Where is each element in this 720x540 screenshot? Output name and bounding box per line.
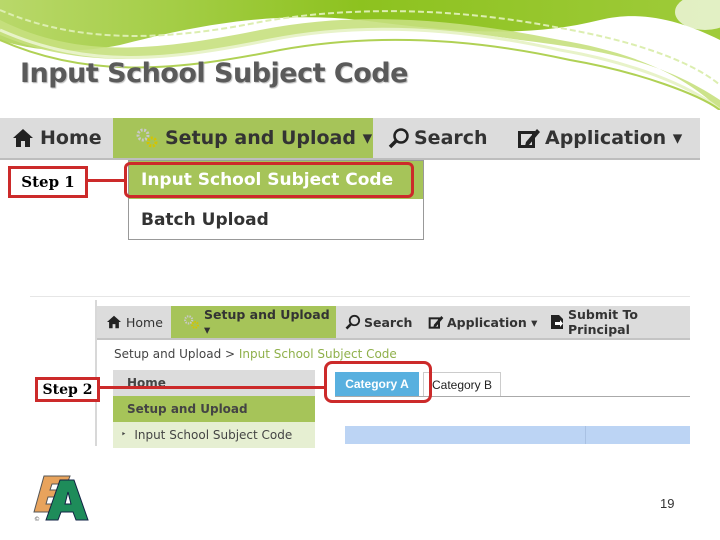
- nav-item-application[interactable]: Application ▾: [517, 118, 682, 158]
- nav2-item-home-label: Home: [126, 314, 163, 330]
- edit-icon: [517, 126, 541, 150]
- search-icon: [388, 127, 410, 149]
- sidebar: Home Setup and Upload ‣ Input School Sub…: [113, 370, 315, 448]
- nav2-item-setup-label: Setup and Upload ▾: [204, 307, 330, 337]
- tab-category-b[interactable]: Category B: [423, 372, 501, 396]
- nav-item-home-label: Home: [40, 127, 102, 149]
- nav2-item-search-label: Search: [364, 314, 413, 330]
- step1-connector-line: [86, 179, 126, 182]
- nav2-item-application-label: Application ▾: [447, 314, 538, 330]
- page-number: 19: [660, 496, 675, 511]
- submit-icon: [549, 314, 565, 330]
- nav-item-setup-label: Setup and Upload ▾: [165, 127, 373, 149]
- gears-icon: [135, 127, 159, 149]
- sidebar-item-setup-and-upload[interactable]: Setup and Upload: [113, 396, 315, 422]
- step1-label: Step 1: [8, 166, 88, 198]
- step2-label-text: Step 2: [42, 381, 93, 398]
- step2-highlight-box: [324, 361, 432, 403]
- home-icon: [12, 128, 34, 148]
- sidebar-item-input-school-subject-code[interactable]: ‣ Input School Subject Code: [113, 422, 315, 448]
- logo-copyright: ©: [34, 516, 40, 523]
- table-header-divider: [585, 426, 586, 444]
- breadcrumb: Setup and Upload > Input School Subject …: [114, 347, 397, 361]
- slide-title: Input School Subject Code: [20, 58, 408, 89]
- nav-item-setup-and-upload[interactable]: Setup and Upload ▾: [113, 118, 373, 158]
- nav-bar-step2: Home Setup and Upload ▾ Search Applicati…: [97, 306, 690, 340]
- nav2-item-submit-label: Submit To Principal: [568, 307, 638, 337]
- breadcrumb-current: Input School Subject Code: [238, 347, 397, 361]
- step2-connector-line: [100, 386, 326, 389]
- nav2-item-home[interactable]: Home: [106, 306, 163, 338]
- breadcrumb-separator: >: [221, 347, 239, 361]
- nav2-item-submit-to-principal[interactable]: Submit To Principal: [549, 306, 690, 338]
- dropdown-item-batch-upload[interactable]: Batch Upload: [129, 201, 423, 239]
- eaa-logo: ©: [33, 475, 89, 523]
- edit-icon: [428, 314, 444, 330]
- sidebar-item-setup-label: Setup and Upload: [127, 402, 248, 416]
- sidebar-item-input-label: Input School Subject Code: [134, 428, 293, 442]
- home-icon: [106, 315, 122, 329]
- step1-label-text: Step 1: [21, 173, 75, 191]
- nav-item-home[interactable]: Home: [12, 118, 102, 158]
- nav2-item-search[interactable]: Search: [345, 306, 412, 338]
- breadcrumb-parent[interactable]: Setup and Upload: [114, 347, 221, 361]
- nav-bar-step1: Home Setup and Upload ▾ Search Applicati…: [0, 118, 700, 160]
- step1-highlight-box: [124, 162, 414, 198]
- search-icon: [345, 314, 361, 330]
- bullet-icon: ‣: [121, 430, 127, 440]
- nav-item-search[interactable]: Search: [388, 118, 488, 158]
- header-wave-decoration: [0, 0, 720, 110]
- nav-item-search-label: Search: [414, 127, 488, 149]
- nav2-item-application[interactable]: Application ▾: [428, 306, 537, 338]
- gears-icon: [183, 314, 200, 330]
- table-header: [345, 426, 690, 444]
- sidebar-item-home[interactable]: Home: [113, 370, 315, 396]
- nav2-item-setup-and-upload[interactable]: Setup and Upload ▾: [171, 306, 336, 338]
- tab-category-b-label: Category B: [431, 377, 493, 392]
- step2-label: Step 2: [35, 377, 100, 402]
- nav-item-application-label: Application ▾: [545, 127, 683, 149]
